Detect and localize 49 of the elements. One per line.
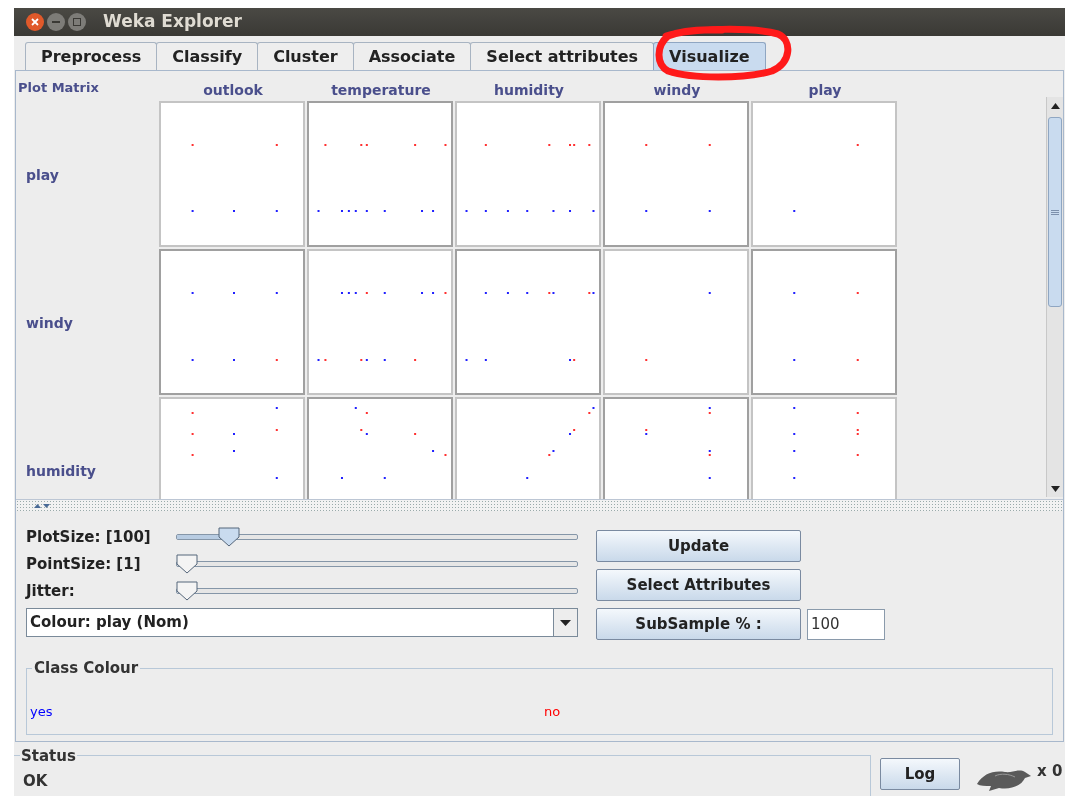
close-icon[interactable] xyxy=(26,13,44,31)
class-label: yes xyxy=(30,703,53,721)
scatter-plot[interactable] xyxy=(307,249,453,395)
row-header: humidity xyxy=(26,461,96,481)
scatter-plot[interactable] xyxy=(751,101,897,247)
scatter-plot[interactable] xyxy=(751,249,897,395)
slider-label: Jitter: xyxy=(26,580,76,602)
window-title: Weka Explorer xyxy=(103,10,242,34)
scatter-plot[interactable] xyxy=(603,249,749,395)
scatter-plot[interactable] xyxy=(159,249,305,395)
slider-label: PlotSize: [100] xyxy=(26,526,152,548)
log-button[interactable]: Log xyxy=(880,758,960,790)
scrollbar[interactable] xyxy=(1046,97,1063,497)
maximize-icon[interactable] xyxy=(68,13,86,31)
column-header: humidity xyxy=(494,81,564,100)
collapse-arrows-icon[interactable] xyxy=(34,502,50,509)
slider-label: PointSize: [1] xyxy=(26,553,142,575)
column-header: temperature xyxy=(331,81,431,100)
slider[interactable] xyxy=(176,581,578,601)
scatter-plot[interactable] xyxy=(455,101,601,247)
task-count: x 0 xyxy=(1037,761,1063,782)
column-header: windy xyxy=(653,81,701,100)
button[interactable]: Select Attributes xyxy=(596,569,801,601)
scatter-plot[interactable] xyxy=(159,101,305,247)
class-label: no xyxy=(544,703,561,721)
slider-thumb[interactable] xyxy=(176,554,198,574)
column-header: play xyxy=(808,81,842,100)
scroll-thumb[interactable] xyxy=(1048,117,1062,307)
tab[interactable]: Visualize xyxy=(653,42,766,70)
scroll-up-icon[interactable] xyxy=(1050,103,1060,109)
scatter-plot[interactable] xyxy=(603,101,749,247)
row-header: windy xyxy=(26,313,73,333)
plot-matrix-title: Plot Matrix xyxy=(18,80,99,95)
status-message: OK xyxy=(23,771,48,792)
tab[interactable]: Preprocess xyxy=(25,42,158,70)
dropdown-arrow-icon[interactable] xyxy=(560,619,571,626)
slider[interactable] xyxy=(176,554,578,574)
colour-dropdown[interactable]: Colour: play (Nom) xyxy=(26,608,578,637)
subsample-button[interactable]: SubSample % : xyxy=(596,608,801,640)
button[interactable]: Update xyxy=(596,530,801,562)
scroll-down-icon[interactable] xyxy=(1050,486,1060,492)
slider-thumb[interactable] xyxy=(217,527,240,547)
row-header: play xyxy=(26,165,59,185)
slider-thumb[interactable] xyxy=(176,581,198,601)
subsample-field[interactable]: 100 xyxy=(807,608,885,640)
scatter-plot[interactable] xyxy=(455,249,601,395)
scatter-plot[interactable] xyxy=(307,101,453,247)
slider[interactable] xyxy=(176,527,578,547)
column-header: outlook xyxy=(203,81,263,100)
